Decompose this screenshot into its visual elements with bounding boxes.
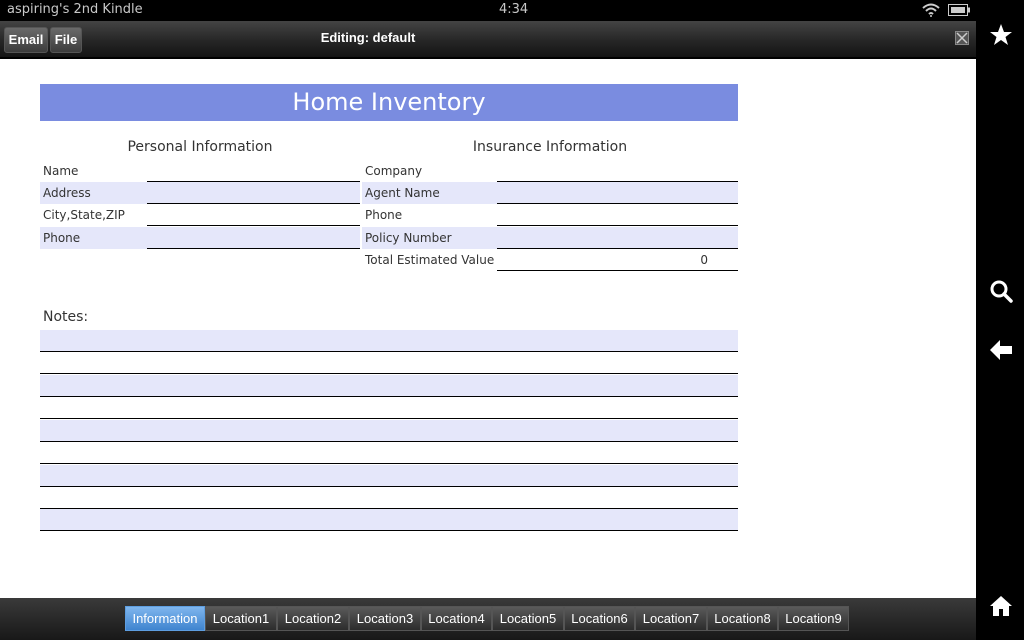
- home-icon[interactable]: [989, 594, 1013, 618]
- notes-line[interactable]: [40, 465, 738, 487]
- field-label: Phone: [365, 208, 403, 222]
- agent-name-field[interactable]: [497, 182, 738, 204]
- tab-location5[interactable]: Location5: [492, 606, 564, 631]
- insurance-info-heading: Insurance Information: [472, 139, 628, 155]
- notes-line[interactable]: [40, 487, 738, 509]
- status-bar: aspiring's 2nd Kindle 4:34: [0, 0, 976, 21]
- email-button[interactable]: Email: [4, 27, 48, 53]
- personal-info-heading: Personal Information: [127, 139, 273, 155]
- field-label: Name: [43, 164, 79, 178]
- tab-location3[interactable]: Location3: [349, 606, 421, 631]
- insurance-row-phone: Phone: [362, 204, 738, 226]
- notes-line[interactable]: [40, 420, 738, 442]
- status-clock: 4:34: [499, 2, 529, 17]
- system-sidebar: [976, 0, 1024, 640]
- name-field[interactable]: [147, 160, 360, 182]
- file-button[interactable]: File: [50, 27, 82, 53]
- app-toolbar: Email File Editing: default: [0, 21, 976, 58]
- personal-row-address: Address: [40, 182, 360, 204]
- notes-line[interactable]: [40, 330, 738, 352]
- wifi-icon: [922, 3, 940, 17]
- field-label: Phone: [43, 231, 81, 245]
- field-label: Total Estimated Value: [365, 253, 495, 267]
- total-value: 0: [700, 253, 708, 267]
- editing-title: Editing: default: [320, 30, 416, 45]
- back-arrow-icon[interactable]: [989, 338, 1013, 362]
- tab-location9[interactable]: Location9: [778, 606, 849, 631]
- personal-phone-field[interactable]: [147, 227, 360, 249]
- insurance-phone-field[interactable]: [497, 204, 738, 226]
- notes-line[interactable]: [40, 397, 738, 419]
- notes-line[interactable]: [40, 442, 738, 464]
- star-icon[interactable]: [989, 23, 1013, 47]
- personal-row-name: Name: [40, 160, 360, 182]
- field-label: Company: [365, 164, 423, 178]
- city-state-zip-field[interactable]: [147, 204, 360, 226]
- tab-location6[interactable]: Location6: [564, 606, 635, 631]
- sheet-title: Home Inventory: [40, 84, 738, 121]
- sheet-tab-bar: Information Location1 Location2 Location…: [0, 598, 976, 640]
- tab-information[interactable]: Information: [125, 606, 205, 631]
- battery-icon: [948, 4, 970, 16]
- personal-row-city: City,State,ZIP: [40, 204, 360, 226]
- notes-line[interactable]: [40, 352, 738, 374]
- tab-location2[interactable]: Location2: [277, 606, 349, 631]
- address-field[interactable]: [147, 182, 360, 204]
- insurance-row-company: Company: [362, 160, 738, 182]
- total-value-field[interactable]: 0: [497, 249, 738, 271]
- tab-location4[interactable]: Location4: [421, 606, 492, 631]
- notes-line[interactable]: [40, 509, 738, 531]
- policy-number-field[interactable]: [497, 227, 738, 249]
- tab-location7[interactable]: Location7: [635, 606, 707, 631]
- device-name: aspiring's 2nd Kindle: [7, 2, 143, 17]
- insurance-row-total: Total Estimated Value 0: [362, 249, 738, 271]
- search-icon[interactable]: [989, 279, 1013, 303]
- field-label: Agent Name: [365, 186, 440, 200]
- field-label: City,State,ZIP: [43, 208, 125, 222]
- notes-line[interactable]: [40, 375, 738, 397]
- tab-location1[interactable]: Location1: [205, 606, 277, 631]
- field-label: Address: [43, 186, 91, 200]
- insurance-row-policy: Policy Number: [362, 227, 738, 249]
- company-field[interactable]: [497, 160, 738, 182]
- spreadsheet-canvas[interactable]: Home Inventory Personal Information Insu…: [0, 59, 976, 598]
- fullscreen-icon[interactable]: [955, 31, 969, 45]
- field-label: Policy Number: [365, 231, 452, 245]
- tab-location8[interactable]: Location8: [707, 606, 778, 631]
- personal-row-phone: Phone: [40, 227, 360, 249]
- insurance-row-agent: Agent Name: [362, 182, 738, 204]
- notes-label: Notes:: [43, 309, 89, 325]
